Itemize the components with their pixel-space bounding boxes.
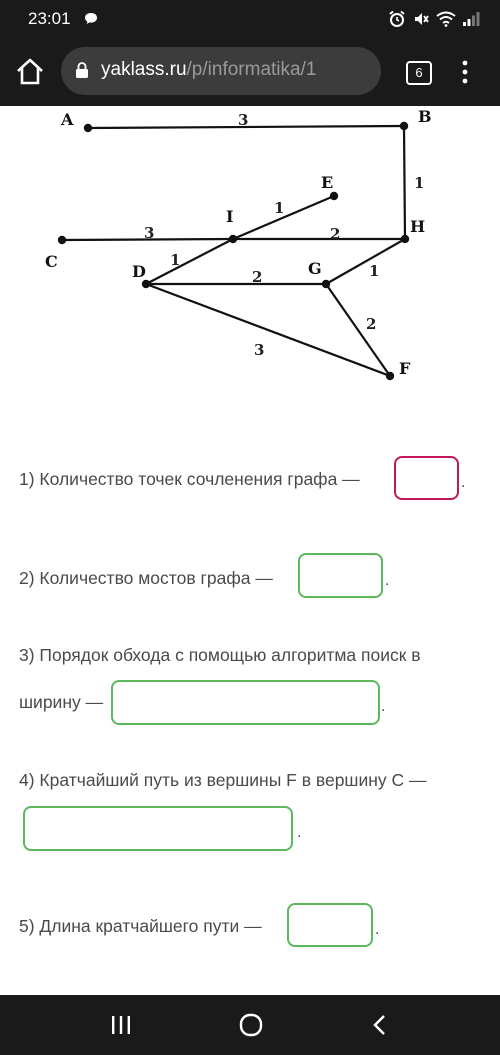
edge-g-h	[325, 238, 406, 285]
edge-weight-i-h: 2	[330, 225, 340, 243]
url-text[interactable]: yaklass.ru/p/informatika/1	[101, 59, 376, 81]
vertex-i	[228, 234, 238, 244]
question-3-period: .	[381, 698, 386, 715]
graph-figure: 313 2112 123A BCDEFGHI	[45, 107, 432, 381]
edge-weight-c-i: 3	[144, 224, 154, 242]
signal-icon	[463, 12, 480, 26]
url-path: /p/informatika/1	[186, 59, 317, 80]
edge-weight-g-f: 2	[366, 315, 376, 333]
edge-weight-d-f: 3	[254, 341, 264, 359]
vertex-a	[83, 123, 93, 133]
question-5: 5) Длина кратчайшего пути —	[19, 914, 262, 938]
vertex-c	[57, 235, 67, 245]
status-bar: 23:01	[0, 0, 500, 38]
question-4-text: 4) Кратчайший путь из вершины F в вершин…	[19, 770, 427, 790]
answer-2-input[interactable]	[298, 553, 383, 598]
chat-bubble-icon	[85, 13, 97, 24]
question-5-period: .	[375, 921, 380, 938]
question-3-line-1: 3) Порядок обхода с помощью алгоритма по…	[19, 643, 421, 667]
vertex-d	[141, 279, 151, 289]
wifi-icon	[436, 11, 456, 27]
tab-switcher-button[interactable]: 6	[406, 61, 432, 85]
question-3-text: 3) Порядок обхода с помощью алгоритма по…	[19, 645, 421, 665]
vertex-f	[385, 371, 395, 381]
question-1-period: .	[461, 474, 466, 491]
url-bar[interactable]: yaklass.ru/p/informatika/1	[61, 47, 381, 95]
vertex-label-f: F	[399, 359, 411, 378]
question-3-line-2: ширину —	[19, 690, 103, 714]
question-4: 4) Кратчайший путь из вершины F в вершин…	[19, 768, 427, 792]
vertex-label-c: C	[45, 252, 58, 271]
recent-apps-icon[interactable]	[110, 1015, 132, 1035]
vertex-label-e: E	[321, 173, 333, 192]
status-icons	[388, 10, 480, 28]
answer-4-input[interactable]	[23, 806, 293, 851]
lock-icon	[76, 62, 88, 78]
answer-5-input[interactable]	[287, 903, 373, 947]
edge-weight-d-i: 1	[170, 251, 180, 269]
question-5-text: 5) Длина кратчайшего пути —	[19, 916, 262, 936]
question-2-period: .	[385, 572, 390, 589]
edge-d-i	[145, 238, 234, 285]
edge-g-f	[325, 283, 391, 377]
answer-1-input[interactable]	[394, 456, 459, 500]
question-1: 1) Количество точек сочленения графа —	[19, 467, 360, 491]
android-nav-bar	[0, 995, 500, 1055]
vertex-label-b: B	[418, 107, 432, 126]
vertex-e	[329, 191, 339, 201]
mute-icon	[415, 13, 429, 25]
edge-weight-i-e: 1	[274, 199, 284, 217]
edge-d-f	[145, 282, 391, 378]
question-2: 2) Количество мостов графа —	[19, 566, 273, 590]
vertex-g	[321, 279, 331, 289]
edge-weight-a-b: 3	[238, 111, 248, 129]
edge-weight-b-h: 1	[414, 174, 424, 192]
status-time: 23:01	[28, 9, 71, 28]
question-4-period: .	[297, 824, 302, 841]
edge-weight-d-g: 2	[252, 268, 262, 286]
more-menu-icon[interactable]	[458, 58, 472, 86]
question-1-text: 1) Количество точек сочленения графа —	[19, 469, 360, 489]
vertex-label-g: G	[308, 259, 322, 278]
edge-b-h	[402, 125, 407, 240]
question-2-text: 2) Количество мостов графа —	[19, 568, 273, 588]
home-button[interactable]	[14, 56, 46, 88]
answer-3-input[interactable]	[111, 680, 380, 725]
vertex-label-h: H	[410, 217, 425, 236]
vertex-label-a: A	[60, 110, 74, 129]
vertex-b	[399, 121, 409, 131]
home-nav-icon[interactable]	[239, 1013, 263, 1037]
vertex-h	[400, 234, 410, 244]
vertex-label-d: D	[132, 262, 146, 281]
question-3-text-cont: ширину —	[19, 692, 104, 712]
vertex-label-i: I	[226, 207, 233, 226]
back-icon[interactable]	[372, 1014, 388, 1036]
alarm-icon	[389, 10, 405, 27]
url-host: yaklass.ru	[101, 59, 187, 80]
browser-toolbar: yaklass.ru/p/informatika/1 6	[0, 38, 500, 106]
edge-weight-g-h: 1	[369, 262, 379, 280]
